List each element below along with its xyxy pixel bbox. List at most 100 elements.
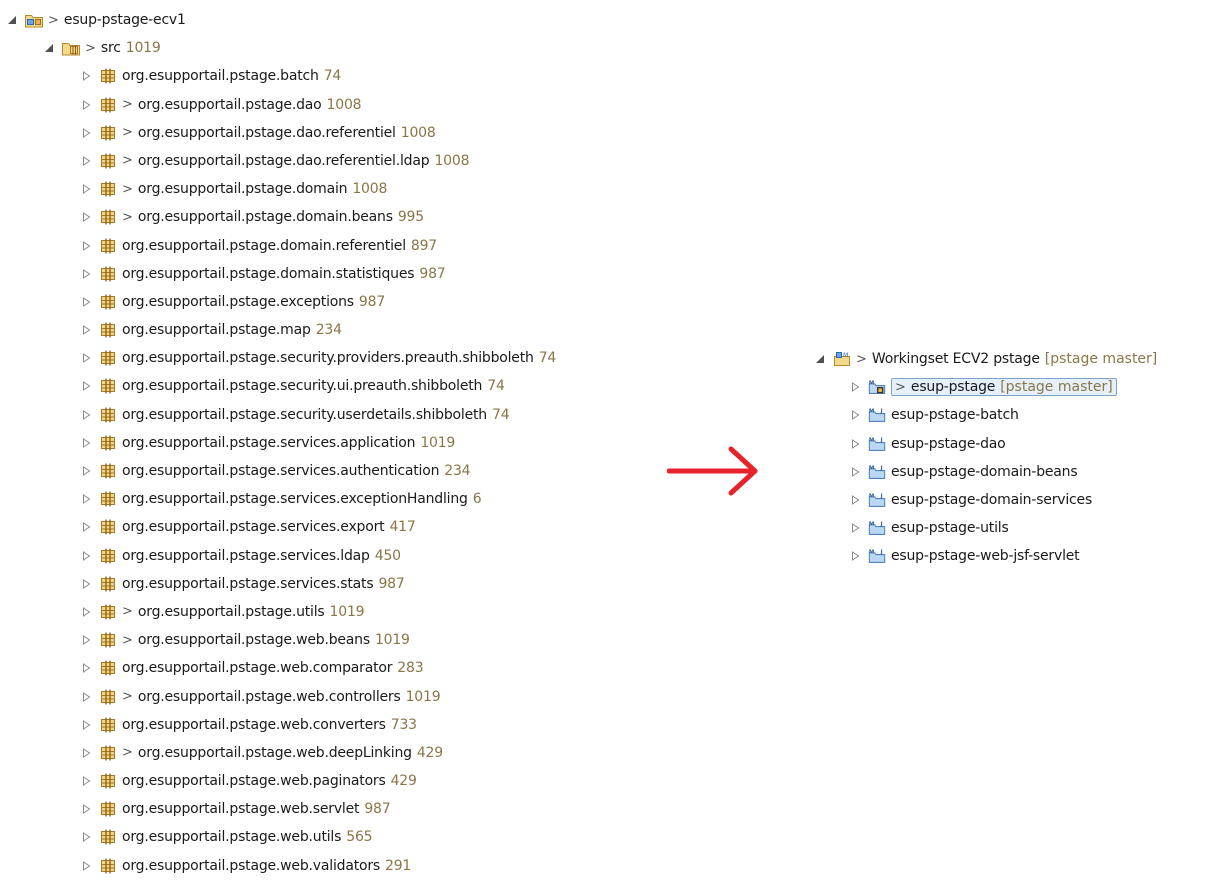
chevron-collapsed-icon[interactable] <box>80 683 92 711</box>
revision-number: 429 <box>416 744 443 761</box>
chevron-collapsed-icon[interactable] <box>80 513 92 541</box>
revision-number: 283 <box>397 660 424 677</box>
revision-number: 429 <box>390 773 417 790</box>
svg-text:M: M <box>869 380 874 386</box>
package-icon <box>98 348 118 368</box>
chevron-collapsed-icon[interactable] <box>849 401 861 429</box>
package-icon <box>98 320 118 340</box>
dirty-marker: > <box>122 745 133 761</box>
chevron-collapsed-icon[interactable] <box>80 119 92 147</box>
chevron-collapsed-icon[interactable] <box>80 429 92 457</box>
package-icon <box>98 799 118 819</box>
chevron-collapsed-icon[interactable] <box>849 430 861 458</box>
maven-project-icon: MJ <box>867 490 887 510</box>
chevron-collapsed-icon[interactable] <box>80 852 92 880</box>
chevron-expanded-icon[interactable] <box>814 345 826 373</box>
chevron-collapsed-icon[interactable] <box>849 458 861 486</box>
right-arrow-icon <box>666 443 763 503</box>
svg-text:J: J <box>880 409 883 415</box>
revision-number: 897 <box>410 237 438 254</box>
revision-number: 1019 <box>420 434 456 451</box>
chevron-collapsed-icon[interactable] <box>849 542 861 570</box>
chevron-collapsed-icon[interactable] <box>80 372 92 400</box>
package-name: org.esupportail.pstage.map <box>122 322 311 339</box>
branch-label: [pstage master] <box>1000 379 1113 396</box>
package-name: org.esupportail.pstage.services.export <box>122 519 385 536</box>
package-name: org.esupportail.pstage.web.paginators <box>122 773 386 790</box>
dirty-marker: > <box>122 153 133 169</box>
revision-number: 987 <box>358 293 386 310</box>
package-icon <box>98 546 118 566</box>
dirty-marker: > <box>48 12 59 28</box>
package-icon <box>98 602 118 622</box>
branch-label: [pstage master] <box>1044 351 1158 367</box>
chevron-collapsed-icon[interactable] <box>80 260 92 288</box>
package-icon <box>98 827 118 847</box>
chevron-collapsed-icon[interactable] <box>80 626 92 654</box>
package-icon <box>98 461 118 481</box>
chevron-collapsed-icon[interactable] <box>80 542 92 570</box>
project-name: esup-pstage-batch <box>891 407 1019 424</box>
chevron-collapsed-icon[interactable] <box>849 514 861 542</box>
chevron-collapsed-icon[interactable] <box>80 91 92 119</box>
project-name: esup-pstage-domain-beans <box>891 463 1078 480</box>
project-name: esup-pstage <box>910 379 996 396</box>
revision-number: 74 <box>487 378 505 395</box>
package-name: org.esupportail.pstage.dao.referentiel <box>137 124 396 141</box>
chevron-collapsed-icon[interactable] <box>80 823 92 851</box>
chevron-collapsed-icon[interactable] <box>80 401 92 429</box>
maven-project-icon: MJ <box>867 546 887 566</box>
package-icon <box>98 517 118 537</box>
dirty-marker: > <box>85 40 96 56</box>
package-name: org.esupportail.pstage.web.beans <box>137 632 370 649</box>
svg-text:M: M <box>869 409 874 415</box>
chevron-collapsed-icon[interactable] <box>80 288 92 316</box>
package-icon <box>98 771 118 791</box>
package-icon <box>98 66 118 86</box>
chevron-collapsed-icon[interactable] <box>849 373 861 401</box>
chevron-collapsed-icon[interactable] <box>80 457 92 485</box>
chevron-collapsed-icon[interactable] <box>80 316 92 344</box>
revision-number: 74 <box>323 68 342 85</box>
chevron-expanded-icon[interactable] <box>43 34 55 62</box>
package-name: org.esupportail.pstage.web.utils <box>122 829 342 846</box>
revision-number: 1008 <box>352 181 388 198</box>
revision-number: 565 <box>346 829 373 846</box>
package-icon <box>98 687 118 707</box>
package-icon <box>98 574 118 594</box>
project-name: esup-pstage-ecv1 <box>63 12 186 28</box>
revision-number: 1008 <box>326 96 362 113</box>
chevron-collapsed-icon[interactable] <box>849 486 861 514</box>
chevron-collapsed-icon[interactable] <box>80 203 92 231</box>
project-name: esup-pstage-domain-services <box>891 491 1093 508</box>
chevron-collapsed-icon[interactable] <box>80 175 92 203</box>
chevron-collapsed-icon[interactable] <box>80 62 92 90</box>
revision-number: 1019 <box>329 603 365 620</box>
project-name: esup-pstage-dao <box>891 435 1006 452</box>
chevron-collapsed-icon[interactable] <box>80 485 92 513</box>
revision-number: 234 <box>444 463 471 479</box>
dirty-marker: > <box>122 209 133 225</box>
selected-item-highlight[interactable]: > esup-pstage [pstage master] <box>891 378 1117 397</box>
chevron-collapsed-icon[interactable] <box>80 570 92 598</box>
chevron-collapsed-icon[interactable] <box>80 767 92 795</box>
package-name: org.esupportail.pstage.exceptions <box>122 293 354 310</box>
package-name: org.esupportail.pstage.security.ui.preau… <box>122 378 483 395</box>
dirty-marker: > <box>122 125 133 141</box>
chevron-collapsed-icon[interactable] <box>80 344 92 372</box>
revision-number: 987 <box>419 265 446 282</box>
chevron-collapsed-icon[interactable] <box>80 711 92 739</box>
package-icon <box>98 179 118 199</box>
svg-text:J: J <box>880 521 883 527</box>
package-icon <box>98 95 118 115</box>
chevron-collapsed-icon[interactable] <box>80 654 92 682</box>
chevron-collapsed-icon[interactable] <box>80 795 92 823</box>
chevron-collapsed-icon[interactable] <box>80 147 92 175</box>
chevron-collapsed-icon[interactable] <box>80 232 92 260</box>
package-name: org.esupportail.pstage.services.exceptio… <box>122 491 468 508</box>
chevron-collapsed-icon[interactable] <box>80 598 92 626</box>
revision-number: 733 <box>390 716 417 733</box>
chevron-expanded-icon[interactable] <box>6 6 18 34</box>
revision-number: 234 <box>315 322 342 339</box>
chevron-collapsed-icon[interactable] <box>80 739 92 767</box>
